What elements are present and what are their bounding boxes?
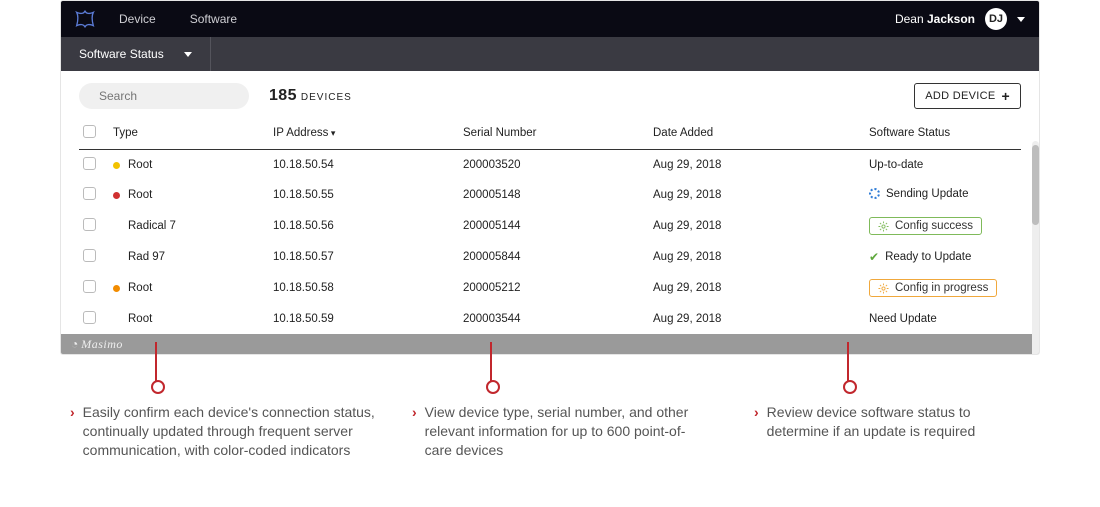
ip-text: 10.18.50.58 xyxy=(269,272,459,304)
spinner-icon xyxy=(869,188,880,199)
logo-icon xyxy=(75,9,95,29)
search-input[interactable] xyxy=(99,89,254,103)
table-row[interactable]: Root 10.18.50.54200003520Aug 29, 2018 Up-t… xyxy=(79,150,1021,181)
table-row[interactable]: Rad 97 10.18.50.57200005844Aug 29, 2018 ✔R… xyxy=(79,242,1021,272)
status-dot-icon xyxy=(113,316,120,323)
row-checkbox[interactable] xyxy=(83,218,96,231)
brand-text: Masimo xyxy=(81,337,123,352)
status-badge: Config success xyxy=(869,217,982,235)
ip-text: 10.18.50.57 xyxy=(269,242,459,272)
add-device-button[interactable]: ADD DEVICE+ xyxy=(914,83,1021,109)
nav-device[interactable]: Device xyxy=(119,12,156,26)
serial-text: 200005148 xyxy=(459,180,649,210)
table-row[interactable]: Root 10.18.50.58200005212Aug 29, 2018 Conf… xyxy=(79,272,1021,304)
date-text: Aug 29, 2018 xyxy=(649,150,839,181)
device-count: 185DEVICES xyxy=(269,87,352,105)
status-text: Sending Update xyxy=(869,188,968,200)
row-checkbox[interactable] xyxy=(83,249,96,262)
ip-text: 10.18.50.56 xyxy=(269,210,459,242)
ip-text: 10.18.50.54 xyxy=(269,150,459,181)
plus-icon: + xyxy=(1002,89,1010,103)
sub-bar: Software Status xyxy=(61,37,1039,71)
row-checkbox[interactable] xyxy=(83,187,96,200)
user-name[interactable]: Dean Jackson xyxy=(895,12,975,26)
row-checkbox[interactable] xyxy=(83,157,96,170)
annotation-1: ›Easily confirm each device's connection… xyxy=(70,403,380,460)
annotation-pin-2 xyxy=(490,342,492,389)
annotations: ›Easily confirm each device's connection… xyxy=(0,355,1100,460)
type-text: Root xyxy=(128,282,152,294)
scrollbar[interactable] xyxy=(1032,141,1039,355)
table-row[interactable]: Radical 7 10.18.50.56200005144Aug 29, 201… xyxy=(79,210,1021,242)
type-text: Rad 97 xyxy=(128,251,165,263)
th-status[interactable]: Software Status xyxy=(839,119,1021,150)
th-ip[interactable]: IP Address xyxy=(269,119,459,150)
status-dot-icon xyxy=(113,223,120,230)
row-checkbox[interactable] xyxy=(83,311,96,324)
search-box[interactable] xyxy=(79,83,249,109)
status-dot-icon xyxy=(113,285,120,292)
table-row[interactable]: Root 10.18.50.55200005148Aug 29, 2018 Send… xyxy=(79,180,1021,210)
status-dot-icon xyxy=(113,162,120,169)
status-text: Up-to-date xyxy=(869,159,923,171)
serial-text: 200005144 xyxy=(459,210,649,242)
top-nav: Device Software Dean Jackson DJ xyxy=(61,1,1039,37)
serial-text: 200003520 xyxy=(459,150,649,181)
ip-text: 10.18.50.55 xyxy=(269,180,459,210)
date-text: Aug 29, 2018 xyxy=(649,272,839,304)
date-text: Aug 29, 2018 xyxy=(649,180,839,210)
date-text: Aug 29, 2018 xyxy=(649,210,839,242)
subbar-label: Software Status xyxy=(79,47,164,61)
status-text: Need Update xyxy=(869,313,937,325)
status-dot-icon xyxy=(113,192,120,199)
table-row[interactable]: Root 10.18.50.59200003544Aug 29, 2018 Need… xyxy=(79,304,1021,334)
footer-brand-strip: ◔ Masimo xyxy=(61,334,1039,354)
serial-text: 200005844 xyxy=(459,242,649,272)
type-text: Root xyxy=(128,189,152,201)
annotation-2: ›View device type, serial number, and ot… xyxy=(412,403,702,460)
serial-text: 200003544 xyxy=(459,304,649,334)
date-text: Aug 29, 2018 xyxy=(649,304,839,334)
app-window: Device Software Dean Jackson DJ Software… xyxy=(60,0,1040,355)
check-icon: ✔ xyxy=(869,250,879,264)
avatar[interactable]: DJ xyxy=(985,8,1007,30)
status-dot-icon xyxy=(113,254,120,261)
annotation-pin-1 xyxy=(155,342,157,389)
brand-icon: ◔ xyxy=(71,337,78,352)
type-text: Radical 7 xyxy=(128,220,176,232)
th-type[interactable]: Type xyxy=(109,119,269,150)
user-menu-caret-icon[interactable] xyxy=(1017,17,1025,22)
th-serial[interactable]: Serial Number xyxy=(459,119,649,150)
ip-text: 10.18.50.59 xyxy=(269,304,459,334)
content-area: 185DEVICES ADD DEVICE+ Type IP Address S… xyxy=(61,71,1039,334)
row-checkbox[interactable] xyxy=(83,280,96,293)
chevron-down-icon xyxy=(184,52,192,57)
annotation-3: ›Review device software status to determ… xyxy=(754,403,994,460)
type-text: Root xyxy=(128,313,152,325)
serial-text: 200005212 xyxy=(459,272,649,304)
checkbox-all[interactable] xyxy=(83,125,96,138)
nav-software[interactable]: Software xyxy=(190,12,237,26)
date-text: Aug 29, 2018 xyxy=(649,242,839,272)
annotation-pin-3 xyxy=(847,342,849,389)
status-text: ✔Ready to Update xyxy=(869,250,971,264)
devices-table: Type IP Address Serial Number Date Added… xyxy=(79,119,1021,334)
subbar-dropdown[interactable]: Software Status xyxy=(61,37,211,71)
th-date[interactable]: Date Added xyxy=(649,119,839,150)
status-badge: Config in progress xyxy=(869,279,997,297)
type-text: Root xyxy=(128,159,152,171)
